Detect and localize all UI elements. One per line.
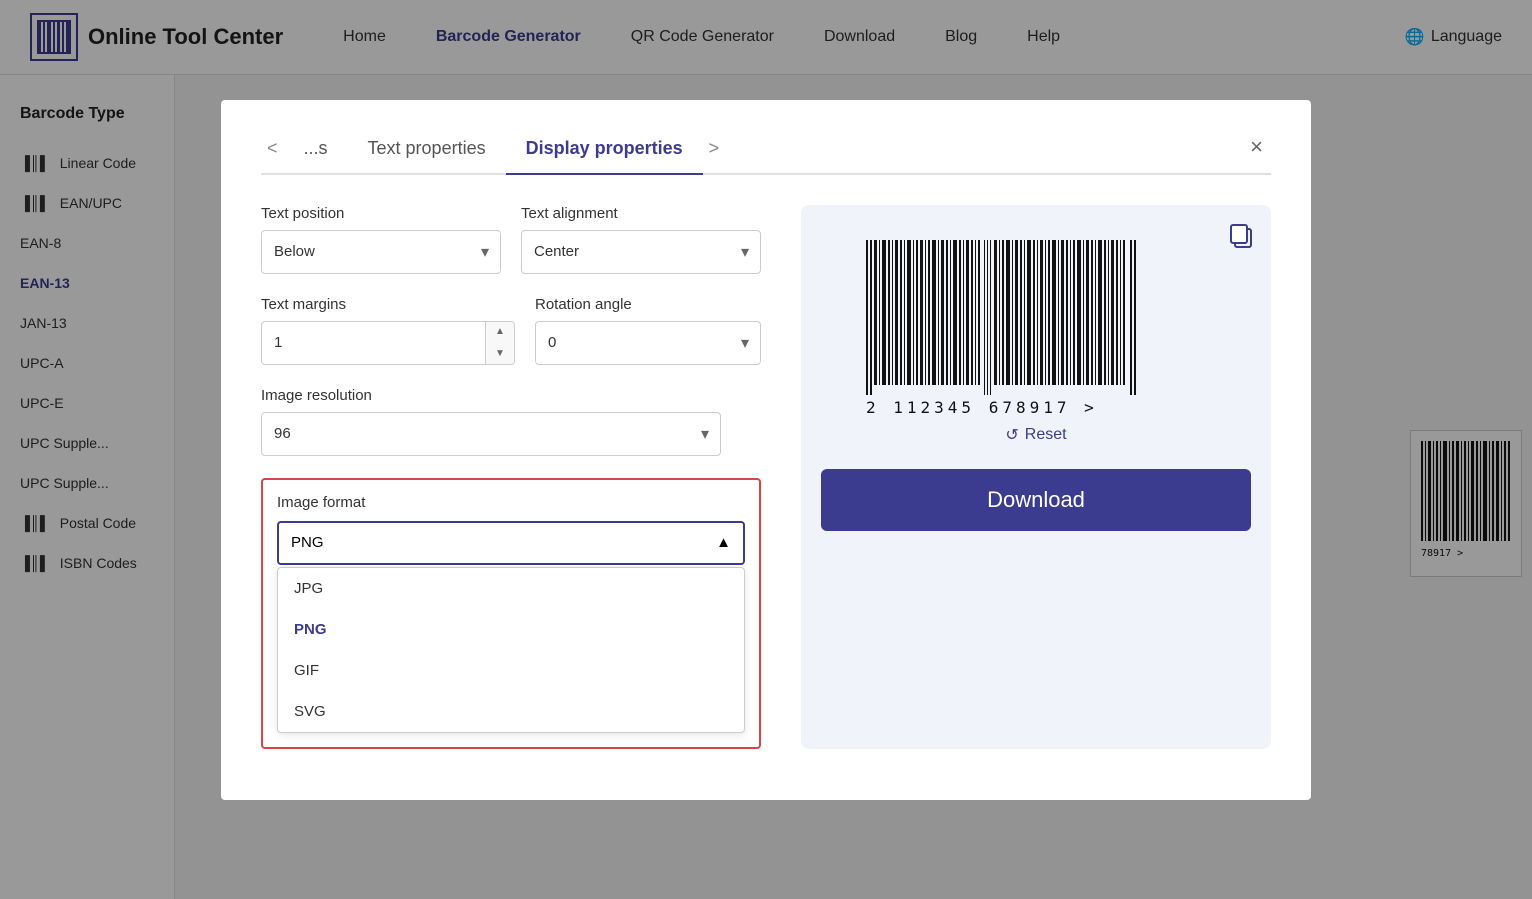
tab-prev-nav[interactable]: < [261,130,284,173]
text-margins-input[interactable] [262,334,485,351]
barcode-svg: 2 112345 678917 > [856,235,1236,435]
download-button[interactable]: Download [821,469,1251,531]
image-format-section: Image format PNG ▲ JPG PNG GIF SVG [261,478,761,749]
text-margins-input-wrapper: ▲ ▼ [261,321,515,365]
rotation-angle-select-wrapper: 0 90 180 270 ▾ [535,321,761,365]
text-alignment-select-wrapper: Center Left Right ▾ [521,230,761,274]
svg-text:2 112345 678917 >: 2 112345 678917 > [866,398,1098,417]
rotation-angle-group: Rotation angle 0 90 180 270 ▾ [535,296,761,365]
image-format-chevron-up: ▲ [716,534,731,551]
form-row-1: Text position Below Above None ▾ Text al… [261,205,761,274]
modal-body: Text position Below Above None ▾ Text al… [261,205,1271,749]
text-alignment-label: Text alignment [521,205,761,222]
barcode-preview: 2 112345 678917 > [856,235,1216,425]
image-resolution-label: Image resolution [261,387,721,404]
tab-display-properties[interactable]: Display properties [506,130,703,173]
image-format-selected[interactable]: PNG ▲ [277,521,745,565]
text-position-group: Text position Below Above None ▾ [261,205,501,274]
rotation-angle-label: Rotation angle [535,296,761,313]
image-resolution-group: Image resolution 72 96 150 200 300 ▾ [261,387,721,456]
form-row-3: Image resolution 72 96 150 200 300 ▾ [261,387,761,456]
text-margins-stepper: ▲ ▼ [485,321,514,365]
image-format-dropdown: PNG ▲ JPG PNG GIF SVG [277,521,745,733]
image-resolution-select-wrapper: 72 96 150 200 300 ▾ [261,412,721,456]
image-format-value: PNG [291,534,324,551]
text-margins-down[interactable]: ▼ [486,343,514,365]
preview-panel: 2 112345 678917 > ↺ Reset Download [801,205,1271,749]
modal-close-button[interactable]: × [1242,130,1271,164]
modal-tabs: < ...s Text properties Display propertie… [261,130,1271,175]
text-alignment-select[interactable]: Center Left Right [521,230,761,274]
tab-next-nav[interactable]: > [703,130,726,173]
text-alignment-group: Text alignment Center Left Right ▾ [521,205,761,274]
text-position-select[interactable]: Below Above None [261,230,501,274]
text-margins-group: Text margins ▲ ▼ [261,296,515,365]
text-position-select-wrapper: Below Above None ▾ [261,230,501,274]
image-format-label: Image format [277,494,745,511]
image-format-option-svg[interactable]: SVG [278,691,744,732]
image-format-option-gif[interactable]: GIF [278,650,744,691]
modal-dialog: < ...s Text properties Display propertie… [221,100,1311,800]
tab-properties[interactable]: ...s [284,130,348,173]
form-row-2: Text margins ▲ ▼ Rotation angle 0 [261,296,761,365]
image-format-options: JPG PNG GIF SVG [277,567,745,733]
text-position-label: Text position [261,205,501,222]
image-format-option-jpg[interactable]: JPG [278,568,744,609]
form-panel: Text position Below Above None ▾ Text al… [261,205,761,749]
tab-text-properties[interactable]: Text properties [348,130,506,173]
image-resolution-select[interactable]: 72 96 150 200 300 [261,412,721,456]
rotation-angle-select[interactable]: 0 90 180 270 [535,321,761,365]
text-margins-up[interactable]: ▲ [486,321,514,343]
text-margins-label: Text margins [261,296,515,313]
image-format-option-png[interactable]: PNG [278,609,744,650]
